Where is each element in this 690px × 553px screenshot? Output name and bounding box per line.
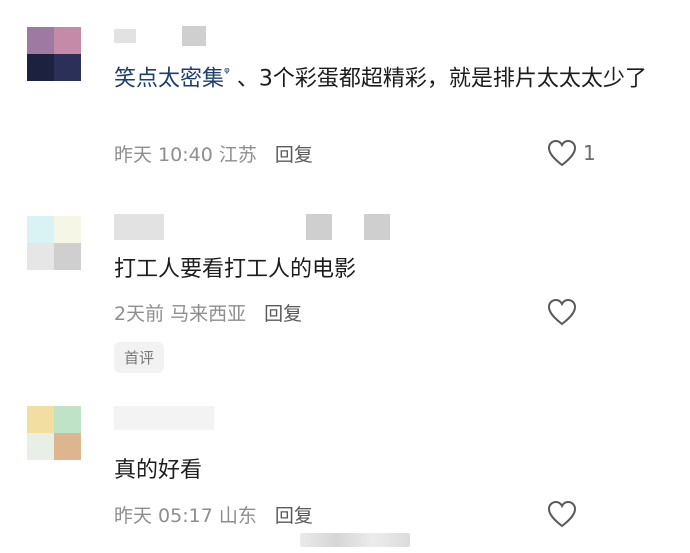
avatar-pixel xyxy=(27,54,54,81)
like-button[interactable] xyxy=(547,500,577,528)
avatar[interactable] xyxy=(27,406,81,460)
avatar-pixel xyxy=(27,216,54,243)
heart-outline-icon xyxy=(547,139,577,167)
avatar[interactable] xyxy=(27,27,81,81)
like-count: 1 xyxy=(583,141,596,165)
avatar-pixel xyxy=(54,406,81,433)
comment-time: 昨天 10:40 xyxy=(114,144,213,166)
comment-meta: 昨天 10:40 江苏 回复 xyxy=(114,140,313,167)
avatar[interactable] xyxy=(27,216,81,270)
mention-link[interactable]: 笑点太密集 xyxy=(114,66,224,91)
avatar-pixel xyxy=(27,243,54,270)
avatar-pixel xyxy=(54,243,81,270)
avatar-pixel xyxy=(27,27,54,54)
avatar-pixel xyxy=(27,406,54,433)
avatar-pixel xyxy=(54,216,81,243)
username-obscured xyxy=(114,26,206,46)
comment-location: 江苏 xyxy=(218,144,257,166)
avatar-pixel xyxy=(27,433,54,460)
reply-button[interactable]: 回复 xyxy=(275,501,313,528)
comment-meta: 昨天 05:17 山东 回复 xyxy=(114,501,313,528)
comment-time: 2天前 xyxy=(114,303,165,325)
username-obscured xyxy=(114,214,390,240)
comment-text: 笑点太密集ᵠ 、3个彩蛋都超精彩，就是排片太太太少了 xyxy=(114,55,654,97)
like-button[interactable]: 1 xyxy=(547,139,596,167)
comment-body: 真的好看 xyxy=(114,458,203,483)
heart-outline-icon xyxy=(547,500,577,528)
like-button[interactable] xyxy=(547,298,577,326)
heart-outline-icon xyxy=(547,298,577,326)
avatar-pixel xyxy=(54,433,81,460)
reply-button[interactable]: 回复 xyxy=(275,140,313,167)
avatar-pixel xyxy=(54,54,81,81)
comment-text: 真的好看 xyxy=(114,453,654,489)
comment-meta: 2天前 马来西亚 回复 xyxy=(114,299,302,326)
comment-body: 、3个彩蛋都超精彩，就是排片太太太少了 xyxy=(236,66,647,92)
first-comment-badge: 首评 xyxy=(114,342,165,373)
watermark-blur xyxy=(300,533,410,547)
comment-location: 山东 xyxy=(218,505,257,527)
reply-button[interactable]: 回复 xyxy=(264,299,302,326)
avatar-pixel xyxy=(54,27,81,54)
comment-body: 打工人要看打工人的电影 xyxy=(114,257,357,282)
username-obscured xyxy=(114,406,214,430)
comment-time: 昨天 05:17 xyxy=(114,505,213,527)
comment-location: 马来西亚 xyxy=(170,303,247,325)
mention-icon: ᵠ xyxy=(224,65,230,81)
comment-text: 打工人要看打工人的电影 xyxy=(114,252,654,288)
